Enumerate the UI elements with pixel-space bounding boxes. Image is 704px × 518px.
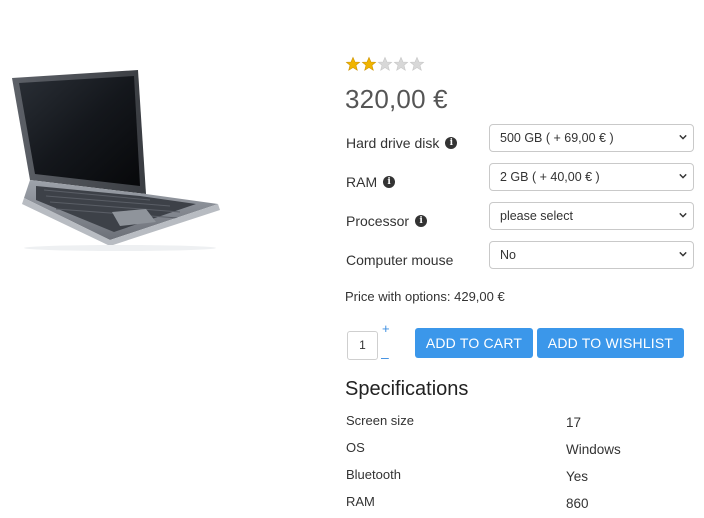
info-icon[interactable]: i — [445, 137, 458, 149]
product-price: 320,00 € — [345, 84, 448, 114]
spec-name: OS — [346, 440, 365, 455]
spec-value: 17 — [566, 415, 582, 430]
chevron-down-icon — [679, 134, 687, 140]
spec-value: Yes — [566, 469, 589, 484]
chevron-down-icon — [679, 251, 687, 257]
processor-select[interactable]: please select — [489, 202, 694, 230]
info-icon[interactable]: i — [383, 176, 396, 188]
select-value: 500 GB ( + 69,00 € ) — [500, 131, 614, 145]
star-empty-icon — [393, 56, 409, 71]
option-label-text: Computer mouse — [346, 252, 454, 268]
computer-mouse-select[interactable]: No — [489, 241, 694, 269]
specifications-heading: Specifications — [345, 378, 469, 400]
select-value: 2 GB ( + 40,00 € ) — [500, 170, 600, 184]
spec-value: Windows — [566, 442, 621, 457]
option-label-hard-drive: Hard drive disk i — [346, 135, 458, 151]
option-label-text: Hard drive disk — [346, 135, 440, 151]
info-icon[interactable]: i — [415, 215, 428, 227]
star-filled-icon — [361, 56, 377, 71]
quantity-input[interactable]: 1 — [347, 331, 378, 360]
spec-name: Screen size — [346, 413, 414, 428]
ram-select[interactable]: 2 GB ( + 40,00 € ) — [489, 163, 694, 191]
product-image[interactable] — [0, 62, 250, 252]
quantity-decrease-button[interactable]: – — [381, 350, 389, 364]
option-label-text: Processor — [346, 213, 410, 229]
laptop-image — [12, 70, 220, 251]
chevron-down-icon — [679, 173, 687, 179]
spec-name: Bluetooth — [346, 467, 401, 482]
star-filled-icon — [345, 56, 361, 71]
spec-value: 860 — [566, 496, 589, 511]
rating-stars — [345, 56, 425, 72]
option-label-processor: Processor i — [346, 213, 428, 229]
spec-name: RAM — [346, 494, 375, 509]
quantity-increase-button[interactable]: + — [382, 322, 390, 336]
option-label-text: RAM — [346, 174, 378, 190]
add-to-wishlist-button[interactable]: ADD TO WISHLIST — [537, 328, 684, 358]
star-empty-icon — [409, 56, 425, 71]
price-with-options: Price with options: 429,00 € — [345, 289, 505, 304]
hard-drive-select[interactable]: 500 GB ( + 69,00 € ) — [489, 124, 694, 152]
add-to-cart-button[interactable]: ADD TO CART — [415, 328, 533, 358]
select-value: No — [500, 248, 516, 262]
option-label-computer-mouse: Computer mouse — [346, 252, 453, 268]
star-empty-icon — [377, 56, 393, 71]
option-label-ram: RAM i — [346, 174, 396, 190]
select-value: please select — [500, 209, 573, 223]
chevron-down-icon — [679, 212, 687, 218]
